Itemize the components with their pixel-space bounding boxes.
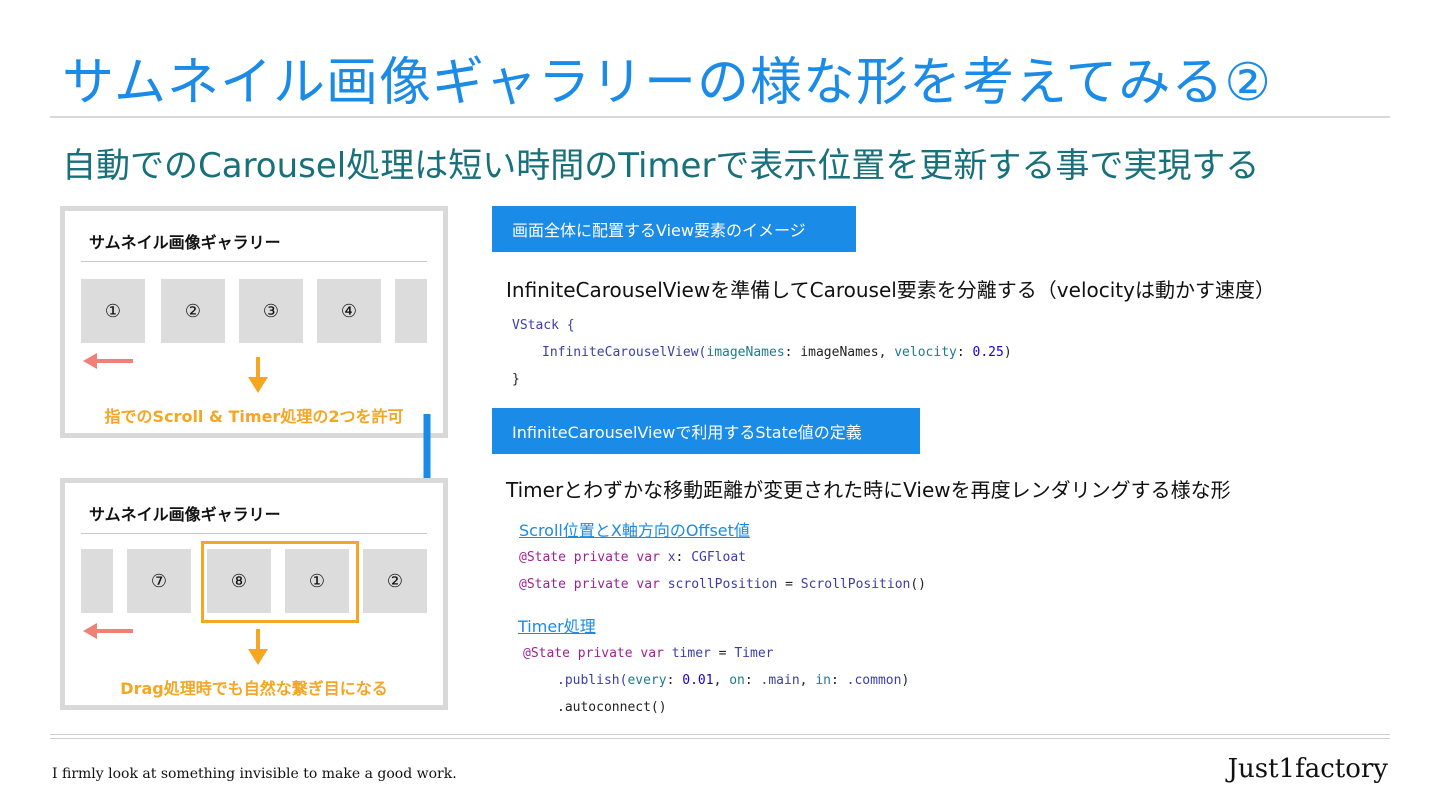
slide-title: サムネイル画像ギャラリーの様な形を考えてみる② — [62, 53, 1272, 113]
panel-caption: Drag処理時でも自然な繋ぎ目になる — [120, 679, 388, 698]
footer-tagline: I firmly look at something invisible to … — [52, 766, 457, 782]
thumbnail-partial — [81, 549, 113, 613]
left-arrow-icon — [83, 353, 133, 369]
thumbnail: ② — [161, 279, 225, 343]
code-token: .common — [846, 673, 902, 688]
section-description: Timerとわずかな移動距離が変更された時にViewを再度レンダリングする様な形 — [506, 478, 1231, 502]
code-token: @State — [523, 646, 570, 661]
timer-link[interactable]: Timer処理 — [518, 613, 596, 637]
code-token: ) — [1003, 345, 1012, 360]
code-token: InfiniteCarouselView( — [542, 345, 707, 360]
thumbnail-partial — [395, 279, 427, 343]
code-line: @State private var timer = Timer — [523, 646, 773, 661]
scroll-offset-link[interactable]: Scroll位置とX軸方向のOffset値 — [519, 517, 750, 541]
code-token: scrollPosition — [667, 577, 778, 592]
code-token: imageNames — [706, 345, 785, 360]
thumbnail: ② — [363, 549, 427, 613]
code-token: ScrollPosition — [800, 577, 911, 592]
code-token: 0.01 — [682, 673, 714, 688]
thumbnail: ④ — [317, 279, 381, 343]
panel-divider — [81, 533, 427, 534]
code-token: CGFloat — [691, 550, 746, 565]
thumbnail: ③ — [239, 279, 303, 343]
code-line: @State private var scrollPosition = Scro… — [519, 577, 926, 592]
code-token: .autoconnect() — [557, 700, 667, 715]
panel-divider — [81, 261, 427, 262]
code-line: VStack { — [512, 318, 575, 333]
gallery-panel-drag: サムネイル画像ギャラリー ⑦ ⑧ ① ② Drag処理時でも自然な繋ぎ目になる — [60, 478, 448, 710]
code-token: = — [710, 646, 735, 661]
section-tag-view-image: 画面全体に配置するView要素のイメージ — [492, 206, 856, 252]
code-line: InfiniteCarouselView(imageNames: imageNa… — [542, 345, 1012, 360]
footer-divider — [50, 738, 1390, 739]
code-line: } — [512, 372, 520, 387]
section-description: InfiniteCarouselViewを準備してCarousel要素を分離する… — [506, 278, 1275, 302]
code-token: every — [627, 673, 667, 688]
code-token: @State — [519, 577, 566, 592]
code-line: .publish(every: 0.01, on: .main, in: .co… — [557, 673, 910, 688]
panel-caption: 指でのScroll & Timer処理の2つを許可 — [104, 407, 404, 426]
code-token: Timer — [734, 646, 774, 661]
code-token: () — [910, 577, 927, 592]
footer-divider — [50, 734, 1390, 735]
thumbnail: ⑦ — [127, 549, 191, 613]
code-token: private var — [573, 577, 660, 592]
code-token: .main — [760, 673, 800, 688]
gallery-panel-scroll: サムネイル画像ギャラリー ① ② ③ ④ 指でのScroll & Timer処理… — [60, 206, 448, 438]
code-token: timer — [671, 646, 711, 661]
title-divider — [50, 116, 1390, 118]
thumbnail: ① — [81, 279, 145, 343]
code-token: @State — [519, 550, 566, 565]
panel-title: サムネイル画像ギャラリー — [89, 505, 281, 524]
down-arrow-icon — [248, 357, 268, 393]
code-token: velocity — [894, 345, 957, 360]
code-token: VStack { — [512, 318, 575, 333]
section-tag-state-values: InfiniteCarouselViewで利用するState値の定義 — [492, 408, 920, 454]
code-token: on — [729, 673, 745, 688]
code-token: : — [956, 345, 973, 360]
panel-title: サムネイル画像ギャラリー — [89, 233, 281, 252]
seam-highlight-frame — [201, 541, 359, 623]
code-token: ) — [901, 673, 910, 688]
code-token: } — [512, 372, 520, 387]
brand-logo: Just1factory — [1227, 754, 1388, 784]
code-token: .publish( — [557, 673, 628, 688]
code-token: = — [777, 577, 801, 592]
code-token: private var — [577, 646, 664, 661]
code-line: .autoconnect() — [557, 700, 667, 715]
code-token: x — [667, 550, 676, 565]
code-token: 0.25 — [972, 345, 1004, 360]
code-token: in — [815, 673, 831, 688]
slide-subtitle: 自動でのCarousel処理は短い時間のTimerで表示位置を更新する事で実現す… — [62, 146, 1260, 186]
code-token: : imageNames, — [784, 345, 895, 360]
down-arrow-icon — [248, 629, 268, 665]
code-line: @State private var x: CGFloat — [519, 550, 746, 565]
code-token: private var — [573, 550, 660, 565]
left-arrow-icon — [83, 623, 133, 639]
